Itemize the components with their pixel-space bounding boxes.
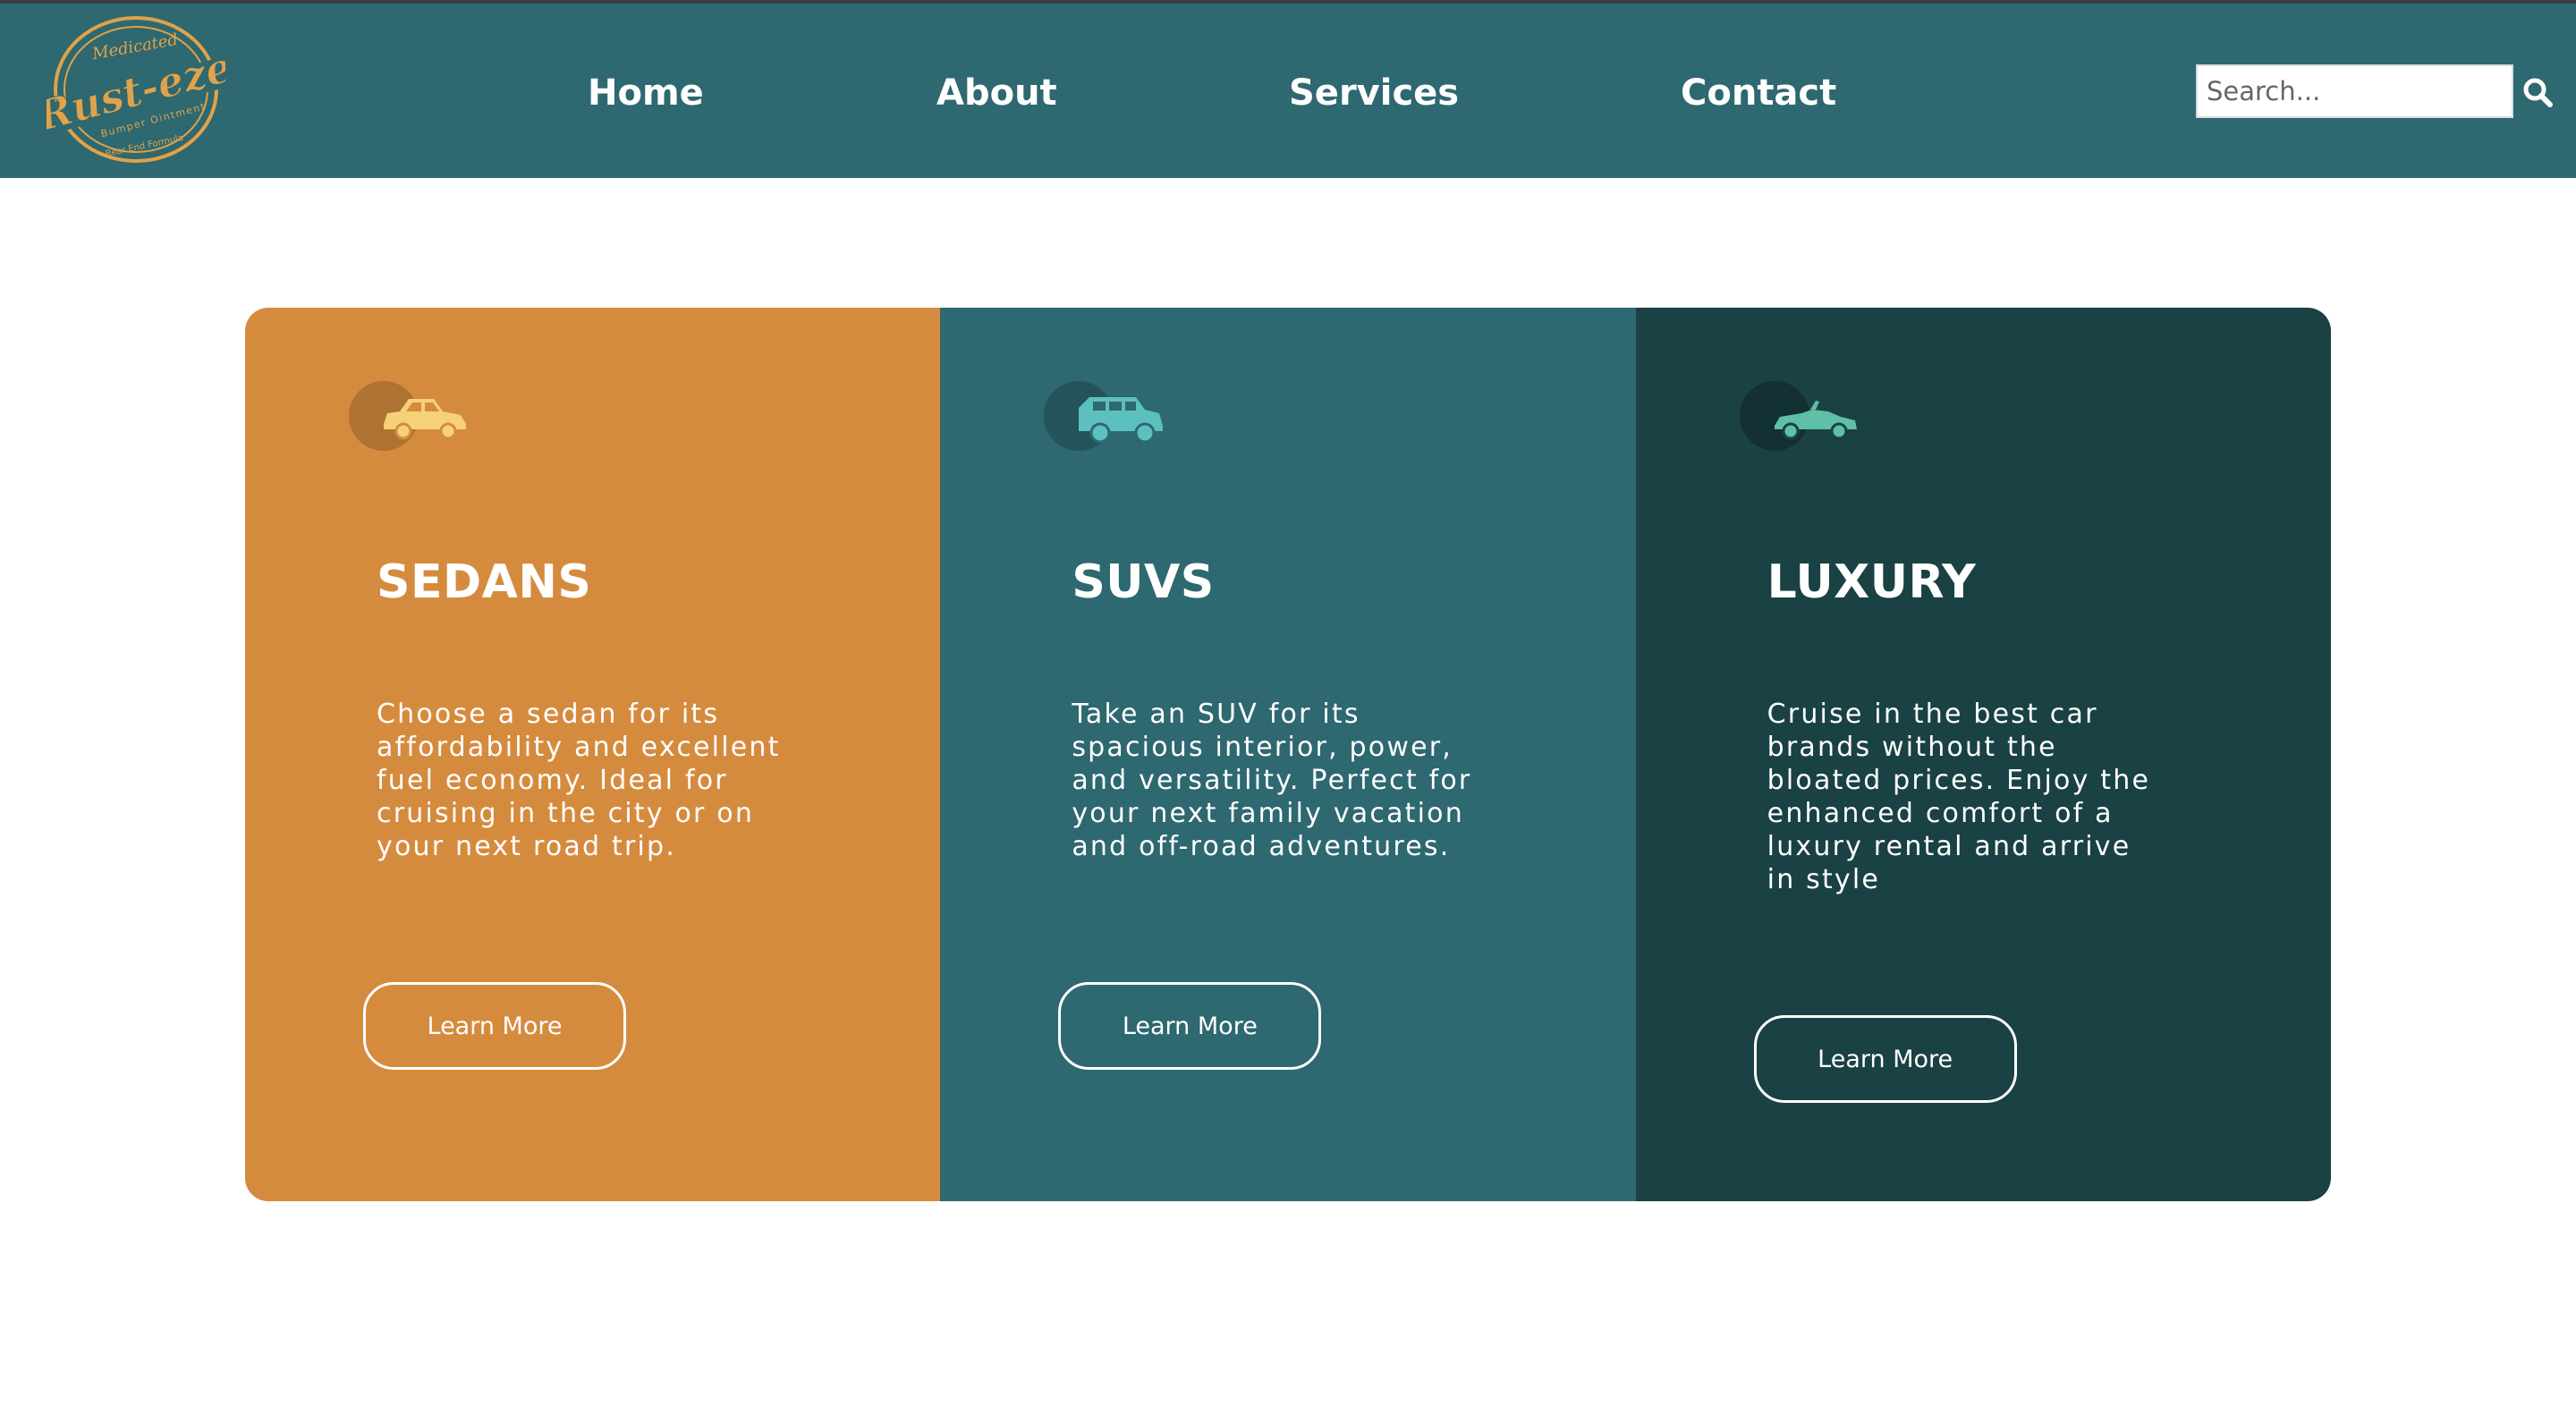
suv-car-icon	[1044, 381, 1164, 451]
card-description: Choose a sedan for its affordability and…	[377, 699, 781, 862]
card-description: Take an SUV for its spacious interior, p…	[1072, 699, 1472, 862]
suvs-learn-more-button[interactable]: Learn More	[1058, 982, 1322, 1070]
card-luxury: LUXURY Cruise in the best car brands wit…	[1635, 308, 2331, 1201]
card-suvs: SUVS Take an SUV for its spacious interi…	[940, 308, 1636, 1201]
card-title: SEDANS	[377, 555, 592, 609]
card-title: SUVS	[1072, 555, 1215, 609]
luxury-learn-more-button[interactable]: Learn More	[1753, 1015, 2017, 1103]
card-title: LUXURY	[1767, 555, 1977, 609]
site-header: Medicated Rust-eze Bumper Ointment Rear …	[0, 4, 2576, 178]
vehicle-categories: SEDANS Choose a sedan for its affordabil…	[245, 308, 2331, 1201]
sedans-learn-more-button[interactable]: Learn More	[363, 982, 626, 1070]
card-description: Cruise in the best car brands without th…	[1767, 699, 2151, 895]
sedan-car-icon	[349, 381, 466, 451]
rust-eze-logo-icon: Medicated Rust-eze Bumper Ointment Rear …	[30, 16, 237, 163]
logo-small-bottom: Rear End Formula	[105, 133, 184, 159]
search-input[interactable]	[2196, 64, 2513, 118]
nav-home[interactable]: Home	[588, 66, 704, 120]
nav-services[interactable]: Services	[1289, 66, 1459, 120]
search-icon[interactable]	[2522, 77, 2553, 107]
nav-contact[interactable]: Contact	[1681, 66, 1836, 120]
card-sedans: SEDANS Choose a sedan for its affordabil…	[245, 308, 941, 1201]
convertible-car-icon	[1739, 381, 1857, 451]
rust-eze-logo[interactable]: Medicated Rust-eze Bumper Ointment Rear …	[30, 13, 237, 166]
nav-about[interactable]: About	[936, 66, 1057, 120]
